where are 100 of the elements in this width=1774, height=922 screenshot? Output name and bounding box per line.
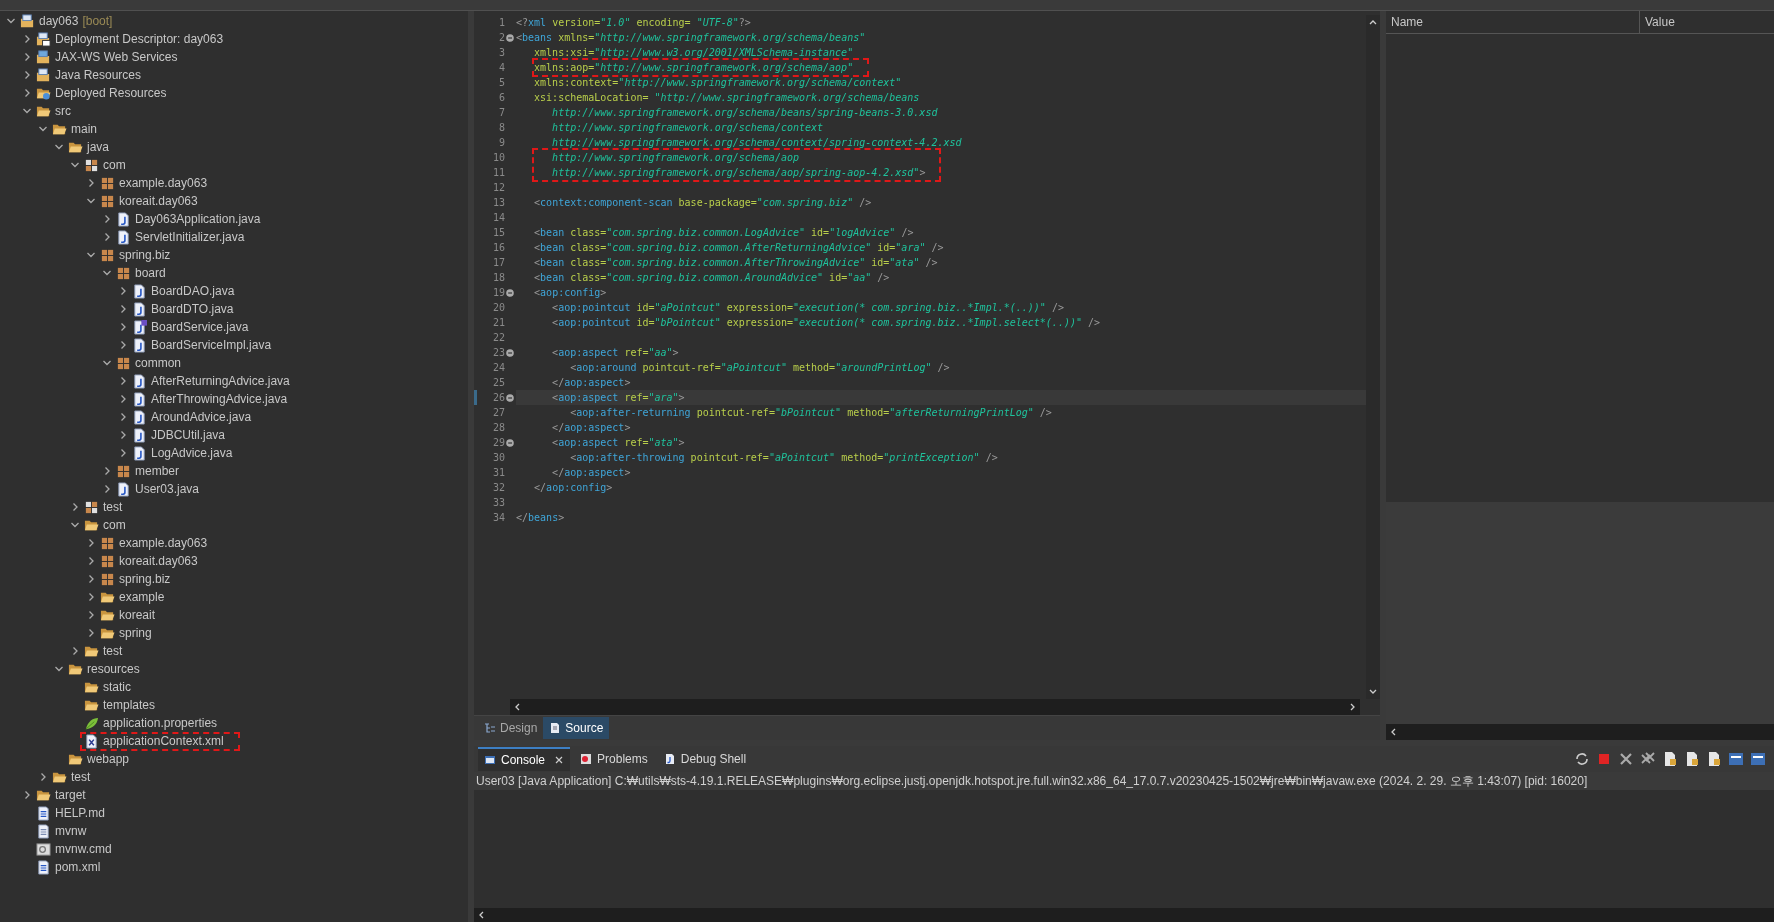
tree-item[interactable]: BoardDTO.java bbox=[151, 302, 234, 316]
expand-icon[interactable] bbox=[102, 232, 112, 242]
expand-icon[interactable] bbox=[38, 772, 48, 782]
close-icon[interactable] bbox=[554, 755, 565, 765]
tree-item[interactable]: main bbox=[71, 122, 97, 136]
tree-item[interactable]: AfterThrowingAdvice.java bbox=[151, 392, 288, 406]
tree-item[interactable]: pom.xml bbox=[55, 860, 101, 874]
tree-item[interactable]: applicationContext.xml bbox=[103, 734, 224, 748]
collapse-icon[interactable] bbox=[70, 520, 80, 530]
remove-icon[interactable] bbox=[1618, 751, 1634, 767]
stop-icon[interactable] bbox=[1596, 751, 1612, 767]
expand-icon[interactable] bbox=[86, 574, 96, 584]
horizontal-scrollbar[interactable] bbox=[474, 908, 1774, 922]
tree-item[interactable]: board bbox=[135, 266, 166, 280]
editor-tab[interactable]: Design bbox=[478, 717, 544, 739]
tree-item[interactable]: BoardService.java bbox=[151, 320, 249, 334]
expand-icon[interactable] bbox=[118, 430, 128, 440]
fold-icon[interactable] bbox=[506, 288, 514, 297]
expand-icon[interactable] bbox=[22, 790, 32, 800]
vertical-scrollbar[interactable] bbox=[1366, 15, 1380, 699]
tree-item[interactable]: target bbox=[55, 788, 86, 802]
collapse-icon[interactable] bbox=[86, 250, 96, 260]
tree-item[interactable]: JDBCUtil.java bbox=[151, 428, 225, 442]
expand-icon[interactable] bbox=[22, 52, 32, 62]
collapse-icon[interactable] bbox=[22, 106, 32, 116]
expand-icon[interactable] bbox=[86, 556, 96, 566]
expand-icon[interactable] bbox=[118, 394, 128, 404]
expand-icon[interactable] bbox=[118, 322, 128, 332]
tree-item[interactable]: JAX-WS Web Services bbox=[55, 50, 178, 64]
horizontal-scrollbar[interactable] bbox=[1386, 724, 1774, 740]
tree-item[interactable]: BoardServiceImpl.java bbox=[151, 338, 272, 352]
tree-item[interactable]: spring.biz bbox=[119, 248, 171, 262]
expand-icon[interactable] bbox=[86, 628, 96, 638]
tree-item[interactable]: LogAdvice.java bbox=[151, 446, 233, 460]
tree-item[interactable]: src bbox=[55, 104, 71, 118]
expand-icon[interactable] bbox=[70, 502, 80, 512]
tree-item[interactable]: Deployment Descriptor: day063 bbox=[55, 32, 224, 46]
tree-item[interactable]: AroundAdvice.java bbox=[151, 410, 252, 424]
tree-item[interactable]: Day063Application.java bbox=[135, 212, 261, 226]
expand-icon[interactable] bbox=[118, 286, 128, 296]
tree-item[interactable]: koreait.day063 bbox=[119, 554, 198, 568]
view-tab[interactable]: Debug Shell bbox=[657, 747, 753, 771]
expand-icon[interactable] bbox=[118, 376, 128, 386]
fold-icon[interactable] bbox=[506, 348, 514, 357]
tree-item[interactable]: test bbox=[103, 500, 123, 514]
tree-item[interactable]: koreait bbox=[119, 608, 156, 622]
tree-item[interactable]: resources bbox=[87, 662, 140, 676]
tree-item[interactable]: spring bbox=[119, 626, 152, 640]
expand-icon[interactable] bbox=[102, 466, 112, 476]
expand-icon[interactable] bbox=[102, 484, 112, 494]
tree-item[interactable]: webapp bbox=[87, 752, 130, 766]
page-icon[interactable] bbox=[1684, 751, 1700, 767]
collapse-icon[interactable] bbox=[54, 142, 64, 152]
view-tab[interactable]: Problems bbox=[574, 747, 654, 771]
tree-item[interactable]: Java Resources bbox=[55, 68, 142, 82]
collapse-icon[interactable] bbox=[86, 196, 96, 206]
tree-item[interactable]: templates bbox=[103, 698, 156, 712]
expand-icon[interactable] bbox=[22, 70, 32, 80]
expand-icon[interactable] bbox=[118, 340, 128, 350]
tree-item[interactable]: test bbox=[71, 770, 91, 784]
expand-icon[interactable] bbox=[102, 214, 112, 224]
tree-item[interactable]: spring.biz bbox=[119, 572, 171, 586]
tree-item[interactable]: BoardDAO.java bbox=[151, 284, 235, 298]
collapse-icon[interactable] bbox=[38, 124, 48, 134]
collapse-icon[interactable] bbox=[70, 160, 80, 170]
tree-item[interactable]: ServletInitializer.java bbox=[135, 230, 245, 244]
tree-item[interactable]: AfterReturningAdvice.java bbox=[151, 374, 290, 388]
expand-icon[interactable] bbox=[118, 448, 128, 458]
collapse-icon[interactable] bbox=[54, 664, 64, 674]
tree-item[interactable]: day063 bbox=[39, 14, 79, 28]
tree-item[interactable]: example.day063 bbox=[119, 536, 208, 550]
tree-item[interactable]: com bbox=[103, 518, 126, 532]
expand-icon[interactable] bbox=[86, 610, 96, 620]
page-icon[interactable] bbox=[1706, 751, 1722, 767]
expand-icon[interactable] bbox=[70, 646, 80, 656]
expand-icon[interactable] bbox=[86, 538, 96, 548]
tree-item[interactable]: example bbox=[119, 590, 165, 604]
expand-icon[interactable] bbox=[86, 178, 96, 188]
editor-tab[interactable]: Source bbox=[543, 717, 610, 739]
tree-item[interactable]: test bbox=[103, 644, 123, 658]
fold-icon[interactable] bbox=[506, 438, 514, 447]
tree-item[interactable]: mvnw.cmd bbox=[55, 842, 112, 856]
sync-icon[interactable] bbox=[1574, 751, 1590, 767]
column-header[interactable]: Name bbox=[1386, 11, 1640, 33]
expand-icon[interactable] bbox=[118, 412, 128, 422]
tree-item[interactable]: User03.java bbox=[135, 482, 200, 496]
fold-icon[interactable] bbox=[506, 393, 514, 402]
tree-item[interactable]: member bbox=[135, 464, 179, 478]
tree-item[interactable]: static bbox=[103, 680, 131, 694]
page-icon[interactable] bbox=[1662, 751, 1678, 767]
expand-icon[interactable] bbox=[22, 88, 32, 98]
expand-icon[interactable] bbox=[118, 304, 128, 314]
collapse-icon[interactable] bbox=[6, 16, 16, 26]
tree-item[interactable]: com bbox=[103, 158, 126, 172]
horizontal-scrollbar[interactable] bbox=[510, 699, 1360, 715]
view-tab[interactable]: Console bbox=[478, 747, 571, 771]
tree-item[interactable]: koreait.day063 bbox=[119, 194, 198, 208]
tree-item[interactable]: common bbox=[135, 356, 181, 370]
display-icon[interactable] bbox=[1728, 751, 1744, 767]
expand-icon[interactable] bbox=[22, 34, 32, 44]
